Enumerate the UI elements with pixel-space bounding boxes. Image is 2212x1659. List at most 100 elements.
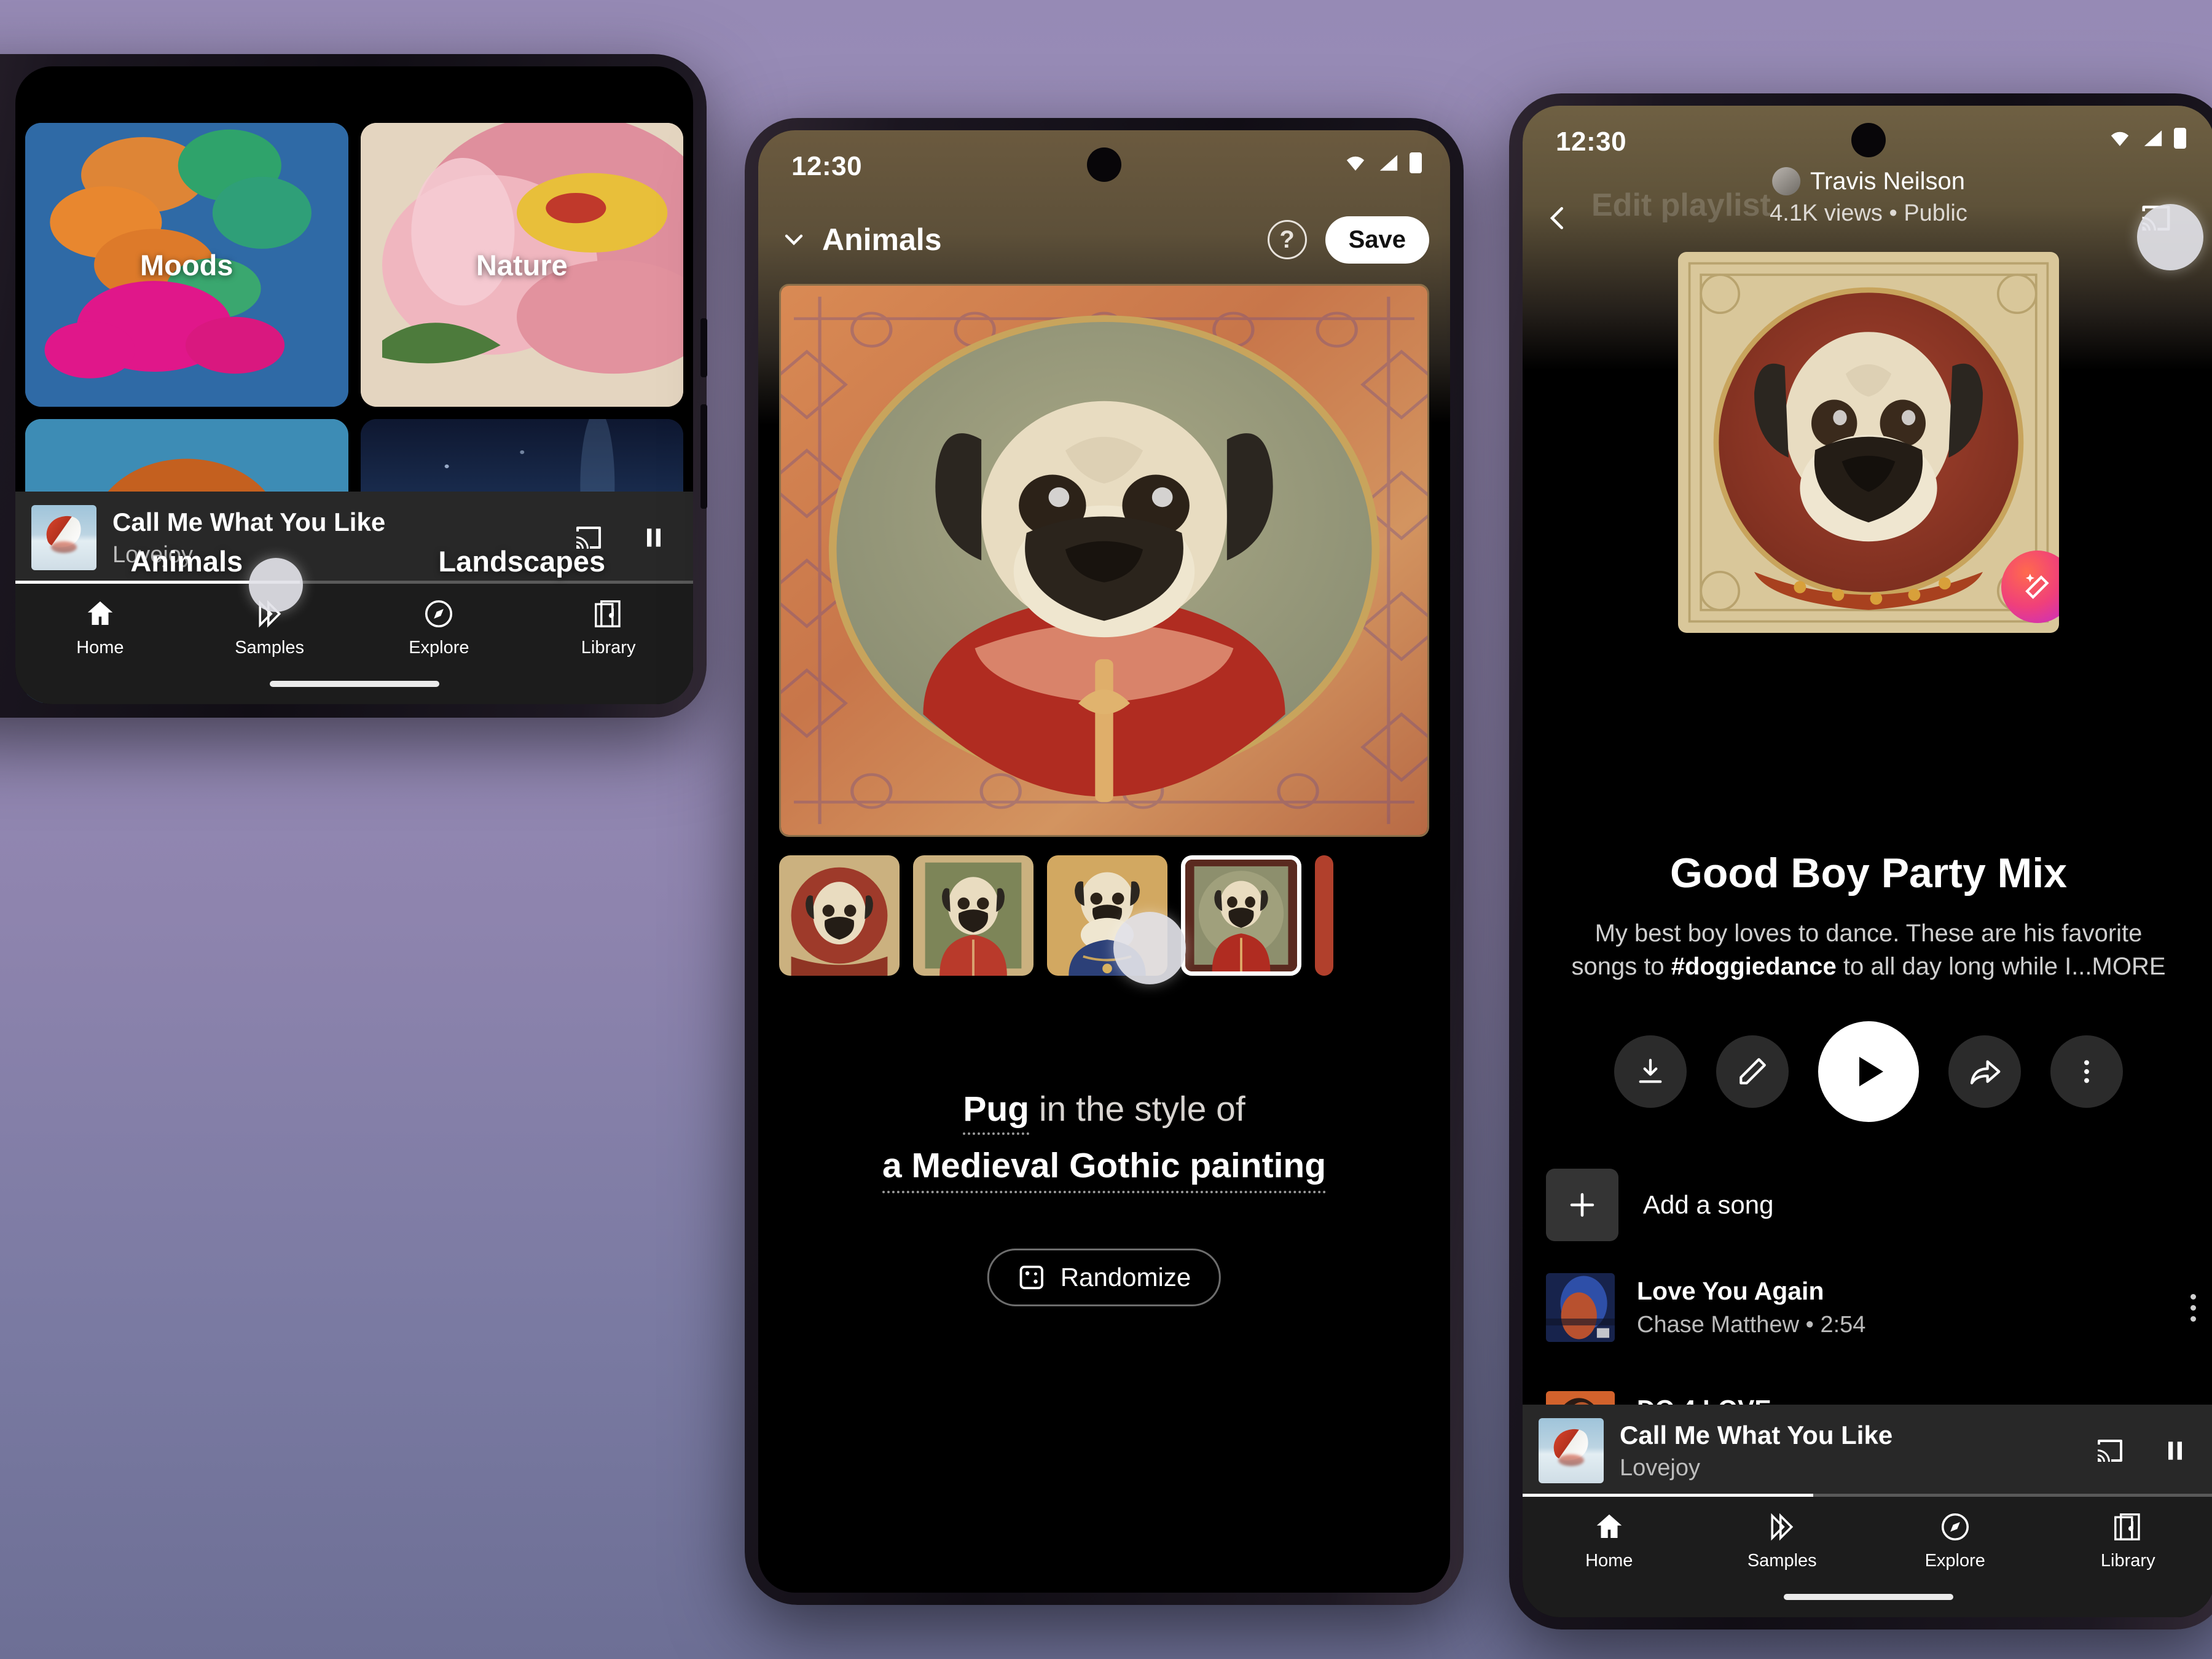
phone-3: 12:30 Edit playlist Travis Neilson 4.1K … bbox=[1509, 93, 2212, 1630]
playlist-stats: 4.1K views • Public bbox=[1770, 200, 1967, 226]
nav-label: Home bbox=[1585, 1551, 1633, 1571]
phone-1-screen: Moods Nature Animals Landscapes Call Me … bbox=[15, 66, 693, 704]
more-button[interactable] bbox=[2050, 1035, 2123, 1108]
library-icon bbox=[595, 600, 621, 627]
wifi-icon bbox=[1346, 156, 1365, 171]
camera-punch-hole bbox=[1087, 147, 1121, 182]
category-title: Animals bbox=[822, 222, 942, 257]
thumb-1[interactable] bbox=[779, 855, 900, 976]
thumb-2[interactable] bbox=[913, 855, 1033, 976]
miniplayer-album-art bbox=[31, 505, 96, 570]
battery-icon bbox=[2174, 128, 2186, 149]
magic-wand-icon bbox=[2025, 573, 2049, 599]
phone-2-screen: 12:30 Animals ? Save Pug in the style of… bbox=[758, 130, 1450, 1593]
chevron-down-icon[interactable] bbox=[779, 225, 809, 254]
miniplayer-text: Call Me What You Like Lovejoy bbox=[1620, 1421, 2077, 1481]
prompt-text[interactable]: Pug in the style of a Medieval Gothic pa… bbox=[758, 1089, 1450, 1193]
play-icon bbox=[1859, 1057, 1883, 1086]
miniplayer-actions bbox=[2093, 1436, 2198, 1465]
gesture-bar bbox=[269, 681, 439, 687]
play-button[interactable] bbox=[1818, 1021, 1919, 1122]
plus-glyph bbox=[1570, 1193, 1594, 1217]
nav-label: Samples bbox=[235, 638, 305, 657]
signal-icon bbox=[2144, 130, 2162, 146]
playlist-description[interactable]: My best boy loves to dance. These are hi… bbox=[1566, 917, 2171, 983]
phone-2: 12:30 Animals ? Save Pug in the style of… bbox=[745, 118, 1464, 1605]
battery-icon bbox=[1410, 152, 1422, 173]
bottom-nav: Home Samples Explore Library bbox=[15, 584, 693, 704]
song-duration: 2:54 bbox=[1820, 1312, 1866, 1338]
add-song-label: Add a song bbox=[1643, 1190, 1774, 1219]
description-post: to all day long while I...MORE bbox=[1836, 953, 2166, 980]
song-art-1 bbox=[1546, 1273, 1615, 1342]
touch-indicator bbox=[249, 558, 303, 612]
edit-button[interactable] bbox=[1716, 1035, 1789, 1108]
song-artist: Chase Matthew bbox=[1637, 1312, 1800, 1338]
library-icon bbox=[2114, 1513, 2140, 1540]
song-meta: Love You Again Chase Matthew • 2:54 bbox=[1637, 1277, 2168, 1338]
tile-label: Nature bbox=[476, 248, 568, 281]
thumb-5[interactable] bbox=[1315, 855, 1333, 976]
thumb-artwork bbox=[913, 855, 1033, 976]
randomize-label: Randomize bbox=[1060, 1263, 1191, 1292]
compass-icon bbox=[425, 600, 453, 628]
share-button[interactable] bbox=[1948, 1035, 2021, 1108]
owner-row: Travis Neilson bbox=[1770, 167, 1967, 195]
thumb-artwork bbox=[1185, 860, 1297, 971]
nav-item-home[interactable]: Home bbox=[1523, 1510, 1696, 1571]
playlist-actions bbox=[1523, 1021, 2212, 1122]
add-song-row[interactable]: Add a song bbox=[1546, 1169, 2191, 1241]
tile-label: Moods bbox=[140, 248, 233, 281]
samples-icon bbox=[1771, 1513, 1794, 1541]
download-button[interactable] bbox=[1614, 1035, 1687, 1108]
save-button[interactable]: Save bbox=[1325, 216, 1429, 264]
ghost-page-title: Edit playlist bbox=[1591, 187, 1771, 223]
song-overflow-menu[interactable] bbox=[2190, 1293, 2196, 1322]
nav-label: Samples bbox=[1747, 1551, 1817, 1571]
status-time: 12:30 bbox=[1556, 127, 1627, 157]
description-hashtag[interactable]: #doggiedance bbox=[1671, 953, 1837, 980]
thumb-4[interactable] bbox=[1181, 855, 1301, 976]
nav-label: Library bbox=[2100, 1551, 2155, 1571]
tile-moods[interactable]: Moods bbox=[25, 123, 348, 407]
miniplayer[interactable]: Call Me What You Like Lovejoy bbox=[1523, 1405, 2212, 1497]
miniplayer-title: Call Me What You Like bbox=[1620, 1420, 1893, 1449]
nav-item-explore[interactable]: Explore bbox=[1869, 1510, 2042, 1571]
touch-indicator bbox=[1113, 912, 1186, 984]
miniplayer-album-art bbox=[1539, 1418, 1604, 1483]
help-icon[interactable]: ? bbox=[1267, 220, 1307, 259]
nav-label: Home bbox=[76, 638, 124, 657]
song-row-1[interactable]: Love You Again Chase Matthew • 2:54 bbox=[1546, 1273, 2196, 1342]
tile-label: Landscapes bbox=[438, 544, 606, 578]
phone-1-power-button[interactable] bbox=[700, 404, 707, 509]
back-arrow-icon[interactable] bbox=[1541, 202, 1574, 235]
status-icons bbox=[2108, 128, 2186, 149]
phone-1-volume-button[interactable] bbox=[700, 318, 707, 377]
miniplayer-title: Call Me What You Like bbox=[112, 507, 386, 536]
prompt-style[interactable]: a Medieval Gothic painting bbox=[882, 1145, 1327, 1193]
generated-image[interactable] bbox=[779, 284, 1429, 837]
playlist-owner[interactable]: Travis Neilson 4.1K views • Public bbox=[1770, 167, 1967, 227]
nav-item-home[interactable]: Home bbox=[15, 597, 185, 658]
pause-icon[interactable] bbox=[2162, 1436, 2189, 1465]
status-bar: 12:30 bbox=[1523, 106, 2212, 173]
nav-item-library[interactable]: Library bbox=[2042, 1510, 2212, 1571]
home-icon bbox=[1596, 1514, 1622, 1538]
signal-icon bbox=[1379, 155, 1398, 171]
randomize-button[interactable]: Randomize bbox=[987, 1249, 1222, 1306]
tile-nature[interactable]: Nature bbox=[360, 123, 683, 407]
status-bar: 12:30 bbox=[758, 130, 1450, 198]
thumb-artwork bbox=[1315, 855, 1333, 976]
phone-2-topbar: Animals ? Save bbox=[758, 203, 1450, 276]
touch-indicator bbox=[2137, 204, 2203, 270]
playlist-cover-art[interactable] bbox=[1678, 252, 2059, 633]
prompt-subject[interactable]: Pug bbox=[963, 1089, 1029, 1135]
nav-item-samples[interactable]: Samples bbox=[1696, 1510, 1869, 1571]
nav-item-library[interactable]: Library bbox=[524, 597, 693, 658]
overflow-menu-icon bbox=[2084, 1060, 2089, 1083]
compass-icon bbox=[1941, 1513, 1969, 1541]
nav-item-explore[interactable]: Explore bbox=[355, 597, 524, 658]
song-album-art bbox=[1546, 1273, 1615, 1342]
pause-icon[interactable] bbox=[640, 523, 667, 552]
cast-icon[interactable] bbox=[2093, 1436, 2127, 1465]
